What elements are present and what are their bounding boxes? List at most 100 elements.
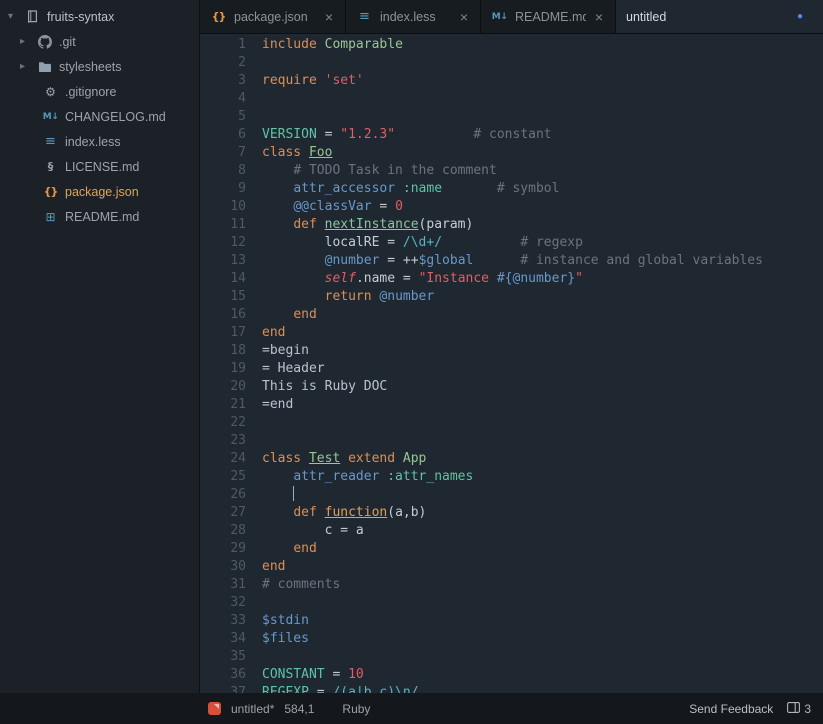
line-number: 5 [238,109,246,124]
line-text[interactable]: = Header [262,360,325,378]
cursor-position[interactable]: 584,1 [284,702,314,716]
grammar-selector[interactable]: Ruby [342,702,370,716]
code-token: c = a [262,523,364,538]
close-icon[interactable]: × [593,10,605,24]
tree-item-readme-md[interactable]: ⊞ README.md [0,204,199,229]
tab-index-less[interactable]: ≡ index.less × [346,0,481,33]
project-root[interactable]: ▾ fruits-syntax [0,4,199,29]
code-token: = [371,199,396,214]
line-text[interactable]: =end [262,396,293,414]
code-line: 31 # comments [200,576,823,594]
code-line: 20 This is Ruby DOC [200,378,823,396]
tree-item-gitignore[interactable]: ⚙ .gitignore [0,79,199,104]
code-token: (param) [418,217,474,232]
send-feedback-button[interactable]: Send Feedback [689,702,773,716]
code-line: 4 [200,90,823,108]
close-icon[interactable]: × [323,10,335,24]
tab-untitled[interactable]: untitled ● [616,0,823,33]
code-line: 10 @@classVar = 0 [200,198,823,216]
line-text[interactable]: require 'set' [262,72,364,90]
code-token: attr_reader [293,469,380,484]
tree-item-stylesheets[interactable]: ▸ stylesheets [0,54,199,79]
line-text[interactable]: # TODO Task in the comment [262,162,497,180]
line-text[interactable]: class Test extend App [262,450,426,468]
tab-package-json[interactable]: {} package.json × [200,0,346,33]
code-line: 29 end [200,540,823,558]
line-number: 21 [230,397,246,412]
code-token: require [262,73,317,88]
code-line: 33 $stdin [200,612,823,630]
tab-readme-md[interactable]: M↓ README.md × [481,0,616,33]
line-text[interactable]: CONSTANT = 10 [262,666,364,684]
line-text[interactable]: c = a [262,522,364,540]
code-token: = Header [262,361,325,376]
line-text[interactable]: return @number [262,288,435,306]
book-icon: ⊞ [45,209,56,224]
code-token: $stdin [262,613,309,628]
close-icon[interactable]: × [458,10,470,24]
code-token: class [262,451,302,466]
line-text[interactable]: localRE = /\d+/ # regexp [262,234,583,252]
line-text[interactable]: end [262,540,316,558]
line-text[interactable]: end [262,306,316,324]
line-text[interactable]: VERSION = "1.2.3" # constant [262,126,552,144]
tree-item-label: .git [59,34,76,49]
tree-item-index-less[interactable]: ≡ index.less [0,129,199,154]
line-number: 32 [230,595,246,610]
line-text[interactable]: $files [262,630,309,648]
tree-item-package-json[interactable]: {} package.json [0,179,199,204]
line-text[interactable]: self.name = "Instance #{@number}" [262,270,583,288]
line-text[interactable]: attr_reader :attr_names [262,468,473,486]
code-line: 11 def nextInstance(param) [200,216,823,234]
status-bar: untitled* 584,1 Ruby Send Feedback 3 [0,693,823,724]
code-line: 18 =begin [200,342,823,360]
tree-item-label: README.md [65,209,140,224]
tab-label: package.json [234,9,308,24]
code-token: =begin [262,343,309,358]
line-number: 19 [230,361,246,376]
atom-window: ▾ fruits-syntax ▸ .git ▸ stylesheets ⚙ .gitig… [0,0,823,724]
line-text[interactable]: attr_accessor :name # symbol [262,180,559,198]
github-icon [36,34,53,49]
file-tree: ▸ .git ▸ stylesheets ⚙ .gitignore M↓ CHANGELOG.… [0,29,199,229]
line-number: 24 [230,451,246,466]
code-lines: 1 include Comparable 2 3 require 'set' 4 5 6 VER… [200,36,823,693]
line-text[interactable]: def function(a,b) [262,504,426,522]
line-text[interactable]: $stdin [262,612,309,630]
github-count: 3 [804,701,811,716]
code-line: 16 end [200,306,823,324]
tree-item-git[interactable]: ▸ .git [0,29,199,54]
code-token: return [324,289,372,304]
line-number: 30 [230,559,246,574]
code-token: localRE = [262,235,403,250]
line-text[interactable]: include Comparable [262,36,403,54]
github-panel-toggle[interactable]: 3 [787,702,811,716]
tree-item-license-md[interactable]: § LICENSE.md [0,154,199,179]
line-text[interactable]: @number = ++$global # instance and globa… [262,252,763,270]
line-text[interactable]: def nextInstance(param) [262,216,473,234]
code-token: def [293,505,317,520]
line-text[interactable]: end [262,558,285,576]
line-text[interactable] [262,486,295,504]
markdown-icon: M↓ [491,11,508,22]
line-text[interactable]: end [262,324,285,342]
repo-icon [24,9,41,24]
code-token: VERSION [262,127,317,142]
line-text[interactable]: class Foo [262,144,332,162]
line-text[interactable]: REGEXP = /(a|b c)\n/ [262,684,419,693]
code-token: class [262,145,302,160]
tree-item-changelog-md[interactable]: M↓ CHANGELOG.md [0,104,199,129]
folder-icon [36,61,53,73]
line-text[interactable]: This is Ruby DOC [262,378,387,396]
line-text[interactable]: =begin [262,342,309,360]
editor-pane[interactable]: 1 include Comparable 2 3 require 'set' 4 5 6 VER… [200,34,823,693]
red-status-icon[interactable] [208,702,221,715]
line-text[interactable]: @@classVar = 0 [262,198,403,216]
code-line: 17 end [200,324,823,342]
line-text[interactable]: # comments [262,576,340,594]
tree-item-label: CHANGELOG.md [65,109,166,124]
